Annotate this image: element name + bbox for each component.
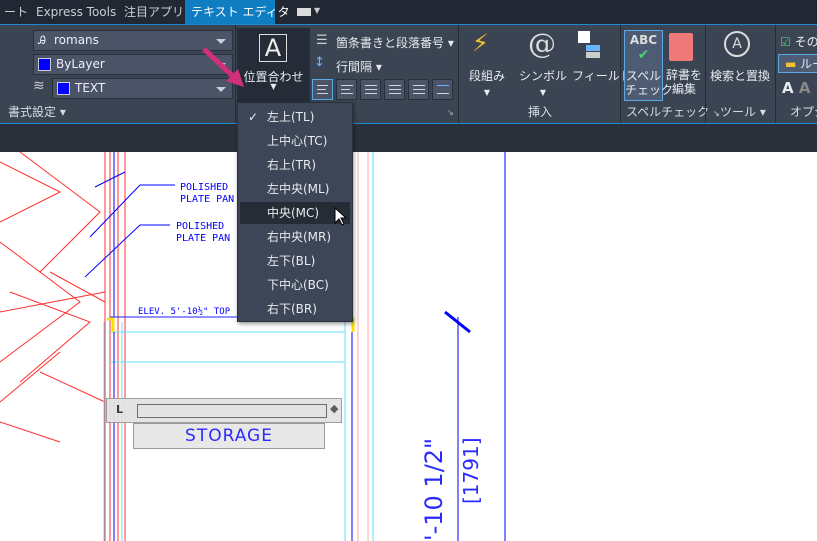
line-spacing-icon: ↕: [314, 55, 325, 70]
dimension-metric: [1791]: [459, 437, 483, 504]
check-icon: ✓: [248, 110, 259, 124]
more-options-button[interactable]: ☑ その: [780, 33, 817, 50]
layers-icon: ≋: [33, 78, 45, 94]
justify-align-button[interactable]: [384, 79, 405, 100]
field-button[interactable]: フィールド: [572, 67, 632, 84]
find-replace-button[interactable]: 検索と置換: [710, 67, 770, 84]
font-icon: Ꭿ: [38, 34, 46, 47]
align-left-button[interactable]: [312, 79, 333, 100]
edit-dictionary-button[interactable]: 辞書を 編集: [664, 68, 704, 96]
tools-panel-footer[interactable]: ツール ▾: [720, 103, 766, 120]
note-2-line-1: POLISHED: [176, 221, 224, 232]
find-replace-icon: A: [724, 31, 750, 57]
menu-item-tl[interactable]: ✓ 左上(TL): [240, 106, 350, 128]
abc-check-icon: ABC ✔: [629, 33, 658, 63]
elevation-note: ELEV. 5'-10½" TOP: [138, 306, 231, 317]
justify-icon: A: [259, 34, 287, 62]
ribbon-bottom-strip: [0, 124, 817, 152]
insert-panel-footer: 挿入: [528, 105, 553, 119]
tab-express-tools[interactable]: Express Tools: [30, 0, 122, 24]
ribbon: Ꭿromans ByLayer ≋ TEXT 書式設定 ▾ A 位置合わせ ▼ …: [0, 24, 817, 124]
menu-item-tr[interactable]: 右上(TR): [240, 154, 350, 176]
columns-button[interactable]: 段組み ▼: [462, 67, 512, 98]
mtext-editor[interactable]: STORAGE: [133, 423, 325, 449]
drawing-canvas[interactable]: POLISHED PLATE PAN POLISHED PLATE PAN EL…: [0, 152, 817, 541]
menu-item-ml[interactable]: 左中央(ML): [240, 178, 350, 200]
annotation-arrow-icon: [202, 47, 244, 87]
field-icon: [578, 31, 602, 59]
options-panel-footer: オプシ: [790, 105, 817, 119]
tab-featured-apps[interactable]: 注目アプリ: [118, 0, 190, 24]
panel-launcher-icon[interactable]: ↘: [447, 108, 454, 117]
symbol-icon: @: [528, 27, 556, 60]
undo-redo-icons[interactable]: A A: [782, 79, 810, 97]
format-panel-footer[interactable]: 書式設定 ▾: [8, 103, 66, 120]
mouse-cursor-icon: [334, 207, 348, 226]
distribute-width-button[interactable]: [432, 79, 453, 100]
columns-icon: ⚡: [472, 29, 489, 57]
dictionary-icon: [669, 33, 693, 61]
line-spacing-button[interactable]: 行間隔 ▾: [336, 58, 382, 75]
align-center-button[interactable]: [336, 79, 357, 100]
bullets-button[interactable]: 箇条書きと段落番号 ▾: [336, 34, 454, 51]
menu-item-bc[interactable]: 下中心(BC): [240, 274, 350, 296]
text-ruler[interactable]: L ◆: [106, 398, 342, 423]
note-1-line-1: POLISHED: [180, 182, 228, 193]
font-value: romans: [54, 33, 99, 47]
ribbon-tab-bar: ート Express Tools 注目アプリ テキスト エディタ ▼: [0, 0, 817, 24]
ruler-width-handle[interactable]: ◆: [330, 402, 338, 415]
ruler-toggle-button[interactable]: ▬ ルー: [778, 54, 817, 73]
chevron-down-icon[interactable]: ▼: [314, 6, 320, 15]
tab-stop-icon[interactable]: L: [116, 403, 123, 416]
tab-text-editor[interactable]: テキスト エディタ: [185, 0, 290, 24]
distribute-button[interactable]: [408, 79, 429, 100]
color-value: ByLayer: [56, 57, 105, 71]
menu-item-mr[interactable]: 右中央(MR): [240, 226, 350, 248]
dimension-text: '-10 1/2": [420, 438, 448, 541]
layer-value: TEXT: [75, 81, 106, 95]
align-right-button[interactable]: [360, 79, 381, 100]
panel-toggle-button[interactable]: [297, 8, 311, 16]
spellcheck-button[interactable]: ABC ✔ スペル チェック: [624, 30, 673, 101]
tab-partial[interactable]: ート: [0, 0, 34, 24]
menu-item-br[interactable]: 右下(BR): [240, 298, 350, 320]
menu-item-tc[interactable]: 上中心(TC): [240, 130, 350, 152]
menu-item-bl[interactable]: 左下(BL): [240, 250, 350, 272]
bullets-icon: ☰: [316, 33, 328, 48]
symbol-button[interactable]: シンボル ▼: [518, 67, 568, 98]
note-2-line-2: PLATE PAN: [176, 233, 230, 244]
note-1-line-2: PLATE PAN: [180, 194, 234, 205]
